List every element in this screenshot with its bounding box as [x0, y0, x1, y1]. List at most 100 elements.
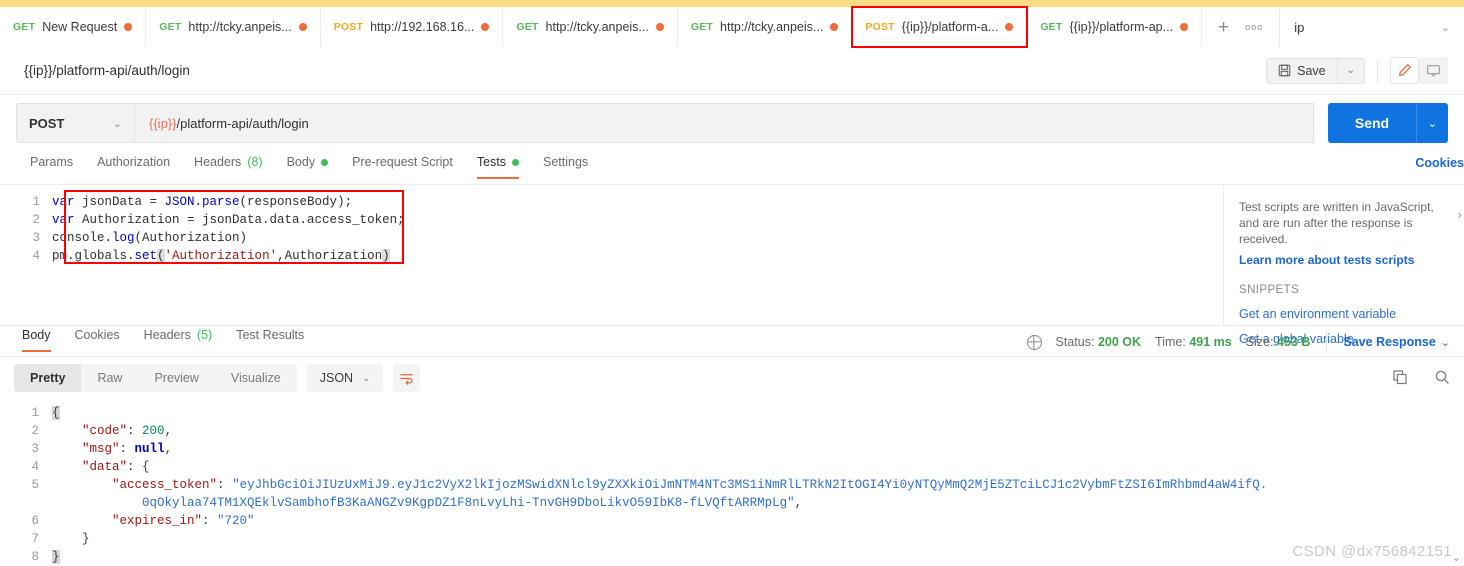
tab-pre-request-script[interactable]: Pre-request Script: [340, 153, 465, 179]
watermark: CSDN @dx756842151: [1292, 543, 1452, 560]
request-tab-6[interactable]: GET {{ip}}/platform-ap...: [1027, 7, 1203, 47]
url-input[interactable]: {{ip}}/platform-api/auth/login: [134, 103, 1314, 143]
http-method-value: POST: [29, 115, 65, 131]
tab-title: http://tcky.anpeis...: [720, 20, 824, 34]
json-lines: 1 { 2 "code": 200, 3 "msg": null, 4 "dat…: [0, 400, 1464, 566]
code-fragment: ): [382, 249, 390, 263]
json-text: "expires_in": "720": [112, 514, 255, 528]
has-content-dot-icon: [321, 158, 329, 166]
code-fragment: console.: [52, 231, 113, 245]
request-tab-1[interactable]: GET http://tcky.anpeis...: [146, 7, 321, 47]
view-visualize[interactable]: Visualize: [215, 364, 297, 392]
tab-settings[interactable]: Settings: [531, 153, 600, 179]
globe-icon[interactable]: [1026, 334, 1042, 350]
url-variable: {{ip}}: [149, 115, 177, 131]
save-options-caret[interactable]: ⌄: [1336, 57, 1365, 84]
json-line-wrapped: 0qOkylaa74TM1XQEklvSambhofB3KaANGZv9KgpD…: [0, 494, 1464, 512]
line-number: 1: [32, 195, 40, 209]
new-tab-plus-icon[interactable]: +: [1218, 18, 1229, 37]
copy-button[interactable]: [1392, 369, 1408, 388]
tab-label: Headers: [194, 155, 242, 169]
tab-title: http://tcky.anpeis...: [545, 20, 649, 34]
code-text: var Authorization = jsonData.data.access…: [52, 211, 405, 229]
chevron-down-icon: ⌄: [112, 117, 122, 130]
tab-authorization[interactable]: Authorization: [85, 153, 182, 179]
request-tab-2[interactable]: POST http://192.168.16...: [320, 7, 504, 47]
chevron-down-icon: ⌄: [1440, 21, 1450, 34]
tab-params[interactable]: Params: [18, 153, 85, 179]
tab-method-label: POST: [333, 21, 364, 33]
tab-label: Params: [30, 155, 74, 169]
request-name: {{ip}}/platform-api/auth/login: [24, 63, 190, 78]
chevron-down-icon[interactable]: ⌄: [1441, 336, 1450, 349]
tab-label: Authorization: [97, 155, 171, 169]
response-format-select[interactable]: JSON ⌄: [306, 364, 384, 392]
tab-label: Body: [286, 155, 316, 169]
save-response-button[interactable]: Save Response: [1343, 335, 1435, 349]
wrap-lines-button[interactable]: [393, 364, 421, 392]
request-tab-4[interactable]: GET http://tcky.anpeis...: [677, 7, 853, 47]
search-icon: [1435, 370, 1449, 384]
send-button[interactable]: Send: [1328, 103, 1416, 143]
tab-headers[interactable]: Headers (8): [182, 153, 275, 179]
request-url-bar: POST ⌄ {{ip}}/platform-api/auth/login Se…: [16, 103, 1448, 143]
line-number: 1: [31, 406, 39, 420]
line-number: 6: [31, 514, 39, 528]
response-body-viewer[interactable]: 1 { 2 "code": 200, 3 "msg": null, 4 "dat…: [0, 400, 1464, 566]
save-button[interactable]: Save: [1266, 57, 1337, 84]
http-method-select[interactable]: POST ⌄: [16, 103, 134, 143]
chevron-right-icon[interactable]: ›: [1458, 207, 1462, 222]
request-tab-5-active[interactable]: POST {{ip}}/platform-a...: [851, 6, 1029, 48]
tab-label: Pre-request Script: [352, 155, 453, 169]
request-tab-3[interactable]: GET http://tcky.anpeis...: [503, 7, 678, 47]
view-preview[interactable]: Preview: [138, 364, 214, 392]
keyword-var: var: [52, 195, 75, 209]
response-tab-body[interactable]: Body: [10, 326, 63, 352]
status-value: 200 OK: [1097, 335, 1142, 349]
json-key: "code": [82, 424, 128, 438]
tab-body[interactable]: Body: [275, 153, 341, 179]
json-key: "access_token": [112, 478, 218, 492]
unsaved-dot-icon: [1180, 23, 1189, 31]
tab-title: {{ip}}/platform-a...: [901, 20, 999, 34]
json-text: "access_token": "eyJhbGciOiJIUzUxMiJ9.ey…: [112, 478, 1268, 492]
response-tab-headers[interactable]: Headers (5): [132, 326, 225, 352]
code-fragment: set: [134, 249, 158, 263]
view-pretty[interactable]: Pretty: [14, 364, 82, 392]
tab-method-label: GET: [13, 21, 36, 33]
comment-button[interactable]: [1419, 57, 1448, 84]
line-number: 7: [31, 532, 39, 546]
request-tab-0[interactable]: GET New Request: [0, 7, 147, 47]
keyword-var: var: [52, 213, 75, 227]
tab-options-ellipsis-icon[interactable]: ooo: [1245, 22, 1263, 32]
tab-tests[interactable]: Tests: [465, 153, 531, 179]
edit-request-button[interactable]: [1390, 57, 1419, 84]
view-raw[interactable]: Raw: [81, 364, 138, 392]
unsaved-dot-icon: [298, 23, 307, 31]
code-lines: 1 var jsonData = JSON.parse(responseBody…: [0, 185, 1223, 265]
search-button[interactable]: [1434, 369, 1450, 388]
code-fragment: JSON.parse: [164, 195, 240, 209]
tab-label: Tests: [476, 155, 506, 169]
code-fragment: jsonData =: [74, 195, 165, 209]
size-meta: Size: 453 B: [1246, 335, 1311, 349]
tests-script-editor[interactable]: 1 var jsonData = JSON.parse(responseBody…: [0, 185, 1224, 325]
snippet-get-environment-variable[interactable]: Get an environment variable: [1239, 307, 1448, 321]
unsaved-dot-icon: [1005, 23, 1014, 31]
json-value: "720": [217, 514, 255, 528]
response-tab-cookies[interactable]: Cookies: [63, 326, 132, 352]
json-key: "msg": [82, 442, 120, 456]
response-tab-test-results[interactable]: Test Results: [224, 326, 316, 352]
json-text: "msg": null,: [82, 442, 173, 456]
chevron-down-icon: ⌄: [362, 372, 371, 384]
save-button-label: Save: [1297, 63, 1326, 78]
json-line: 5 "access_token": "eyJhbGciOiJIUzUxMiJ9.…: [0, 476, 1464, 494]
learn-more-link[interactable]: Learn more about tests scripts: [1239, 253, 1448, 267]
environment-selector[interactable]: ip ⌄: [1280, 7, 1464, 47]
title-actions: Save ⌄: [1266, 57, 1448, 84]
send-options-caret[interactable]: ⌄: [1416, 103, 1448, 143]
scroll-down-caret-icon[interactable]: ⌄: [1452, 551, 1461, 564]
size-label: Size:: [1245, 335, 1274, 349]
cookies-link[interactable]: Cookies: [1415, 156, 1464, 170]
tests-help-panel: Test scripts are written in JavaScript, …: [1225, 185, 1464, 346]
